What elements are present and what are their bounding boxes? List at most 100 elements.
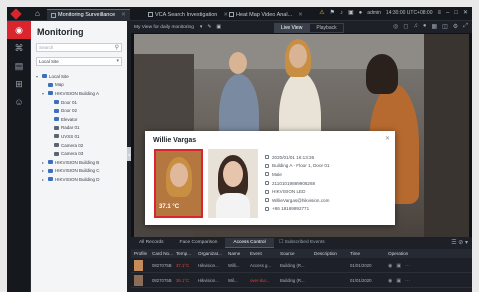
tab-all-records[interactable]: All Records xyxy=(131,238,172,248)
window-close-icon[interactable]: ✕ xyxy=(463,9,468,16)
search-input[interactable]: Search ⚲ xyxy=(36,43,122,52)
uvss-icon xyxy=(54,134,59,139)
search-icon[interactable]: ⚲ xyxy=(115,44,119,51)
event-cell: over-dur... xyxy=(250,278,270,283)
close-icon[interactable]: ✕ xyxy=(121,12,126,18)
tree-item[interactable]: ▸ HIKVISION Building C xyxy=(36,167,124,176)
tree-item[interactable]: Map xyxy=(36,81,124,90)
collapse-icon[interactable]: ▾ xyxy=(465,240,468,246)
warning-icon[interactable]: ⚠ xyxy=(319,9,324,16)
site-select[interactable]: Local Site ▾ xyxy=(36,57,122,66)
source-cell: Building (R... xyxy=(280,278,305,283)
tab-access-control[interactable]: Access Control xyxy=(225,238,274,248)
settings-icon[interactable]: ⚙ xyxy=(453,23,458,30)
column-header[interactable]: Name xyxy=(225,251,247,256)
view-icon[interactable]: ◉ xyxy=(388,278,392,284)
person-module-icon[interactable]: ☺ xyxy=(7,93,31,111)
tree-item[interactable]: Camera 03 xyxy=(36,149,124,158)
window-icon[interactable]: ◫ xyxy=(442,23,448,30)
chevron-icon[interactable]: ▸ xyxy=(42,168,46,173)
tree-item[interactable]: UVSS 01 xyxy=(36,132,124,141)
column-header[interactable]: Card No... xyxy=(149,251,173,256)
stop-icon[interactable]: ◻ xyxy=(403,23,408,30)
column-header[interactable]: Time xyxy=(347,251,385,256)
tree-item[interactable]: Radar 01 xyxy=(36,124,124,133)
captured-face-image: 37.1 °C xyxy=(154,149,203,218)
snapshot-icon[interactable]: ◎ xyxy=(393,23,398,30)
user-icon[interactable]: ● xyxy=(359,10,363,16)
save-icon[interactable]: ▣ xyxy=(216,25,221,30)
column-header[interactable]: Organizat... xyxy=(195,251,225,256)
tree-item[interactable]: ▾ Local Site xyxy=(36,72,124,81)
menu-icon[interactable]: ≡ xyxy=(437,10,441,16)
module-bar: ◉ ⌘ ▤ ⊞ ☺ xyxy=(7,21,31,292)
tree-item[interactable]: ▸ HIKVISION Building B xyxy=(36,158,124,167)
temperature-cell: 36.1°C xyxy=(176,278,190,283)
sidebar-title: Monitoring xyxy=(37,27,84,37)
more-icon[interactable]: ⋯ xyxy=(405,278,410,284)
table-row[interactable]: 0827075B 36.1°C Hikvision... Wil... over… xyxy=(131,274,472,288)
video-icon[interactable]: ▣ xyxy=(396,278,401,284)
tab-heat-map[interactable]: Heat Map Video Anal... ✕ xyxy=(225,9,307,20)
tab-face-comparison[interactable]: Face Comparison xyxy=(172,238,226,248)
close-icon[interactable]: ✕ xyxy=(385,135,390,142)
maximize-icon[interactable]: □ xyxy=(454,10,458,16)
tree-item[interactable]: Camera 02 xyxy=(36,141,124,150)
video-module-icon[interactable]: ▤ xyxy=(7,57,31,75)
clear-icon[interactable]: ⊘ xyxy=(458,240,463,246)
sound-icon[interactable]: ♫ xyxy=(413,23,418,30)
view-icon[interactable]: ◉ xyxy=(388,263,392,269)
tab-vca-search[interactable]: VCA Search Investigation ✕ xyxy=(144,9,232,20)
tree-item[interactable]: Door 01 xyxy=(36,98,124,107)
layout-icon[interactable]: ▦ xyxy=(431,23,437,30)
edit-icon[interactable]: ✎ xyxy=(207,25,211,30)
more-icon[interactable]: ⋯ xyxy=(405,263,410,269)
tree-item[interactable]: Elevator xyxy=(36,115,124,124)
building-icon xyxy=(48,168,53,173)
temperature-cell: 37.1°C xyxy=(176,263,190,268)
chevron-icon[interactable]: ▾ xyxy=(36,74,40,79)
record-icon[interactable]: ● xyxy=(423,23,427,30)
chevron-icon[interactable]: ▸ xyxy=(42,177,46,182)
layout-icon[interactable]: ▣ xyxy=(348,9,354,16)
building-icon xyxy=(48,160,53,165)
id-card-icon xyxy=(265,181,269,186)
profile-cell xyxy=(131,275,149,286)
chevron-down-icon[interactable]: ▾ xyxy=(200,25,202,30)
camera-icon xyxy=(54,151,59,156)
grid-module-icon[interactable]: ⊞ xyxy=(7,75,31,93)
flag-icon[interactable]: ⚑ xyxy=(330,9,335,16)
column-header[interactable]: Temp... xyxy=(173,251,195,256)
admin-label[interactable]: admin xyxy=(367,10,381,16)
table-row[interactable]: 0827075B 37.1°C Hikvision... Willi... Ac… xyxy=(131,259,472,273)
tree-item[interactable]: Door 02 xyxy=(36,106,124,115)
column-header[interactable]: Source xyxy=(277,251,311,256)
chevron-icon[interactable]: ▾ xyxy=(42,91,46,96)
fullscreen-icon[interactable]: ⤢ xyxy=(463,23,468,30)
tree-item[interactable]: ▸ HIKVISION Building D xyxy=(36,175,124,184)
logo-icon xyxy=(10,8,22,20)
tree-item[interactable]: ▾ HIKVISION Building A xyxy=(36,89,124,98)
tab-monitoring[interactable]: Monitoring Surveillance ✕ xyxy=(47,9,130,20)
home-icon[interactable]: ⌂ xyxy=(35,9,40,18)
minimize-icon[interactable]: – xyxy=(446,10,449,16)
bell-icon[interactable]: ♪ xyxy=(340,10,343,16)
column-header[interactable]: Profile xyxy=(131,251,149,256)
column-header[interactable]: Description xyxy=(311,251,347,256)
live-video[interactable]: Willie Vargas ✕ 37.1 °C 2020/01/01 16:13… xyxy=(134,34,469,245)
tree-item-label: Map xyxy=(55,82,64,88)
camera-icon xyxy=(54,143,59,148)
tab-playback[interactable]: Playback xyxy=(309,23,344,33)
source-cell: Building (R... xyxy=(280,263,305,268)
list-icon[interactable]: ☰ xyxy=(451,240,456,246)
subscribed-events-link[interactable]: ☐ Subscribed Events xyxy=(279,240,325,245)
chevron-icon[interactable]: ▸ xyxy=(42,160,46,165)
close-icon[interactable]: ✕ xyxy=(298,12,303,18)
tab-live-view[interactable]: Live View xyxy=(274,23,310,33)
column-header[interactable]: Event xyxy=(247,251,277,256)
monitoring-module-icon[interactable]: ◉ xyxy=(7,21,31,39)
network-module-icon[interactable]: ⌘ xyxy=(7,39,31,57)
view-name[interactable]: My View for daily monitoring xyxy=(134,25,194,30)
avatar xyxy=(134,260,143,271)
video-icon[interactable]: ▣ xyxy=(396,263,401,269)
